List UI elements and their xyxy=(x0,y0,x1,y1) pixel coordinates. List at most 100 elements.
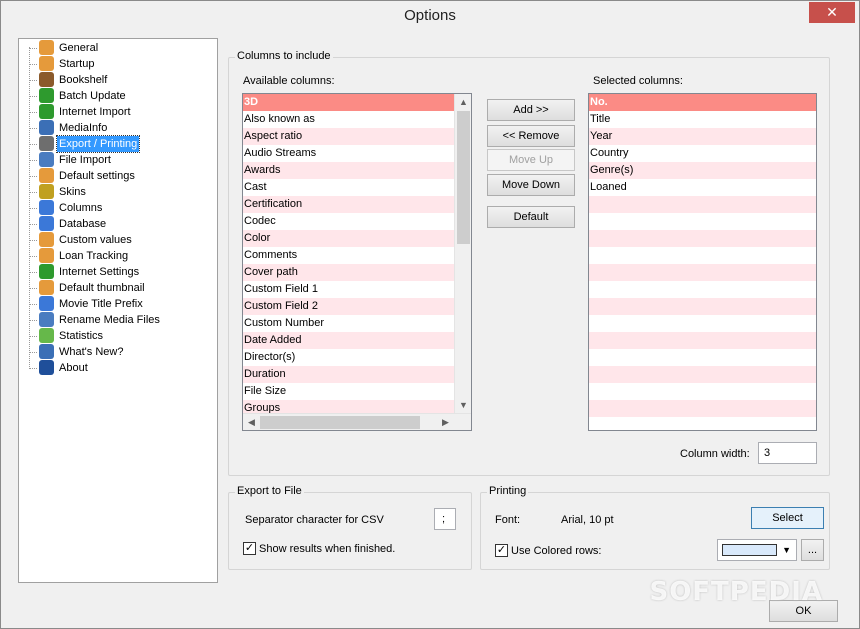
empty-row xyxy=(589,230,816,247)
list-item[interactable]: Date Added xyxy=(243,332,454,349)
tree-connector-line xyxy=(29,47,30,367)
list-item[interactable]: Comments xyxy=(243,247,454,264)
person-icon xyxy=(39,40,54,55)
list-item[interactable]: 3D xyxy=(243,94,454,111)
list-item[interactable]: Cast xyxy=(243,179,454,196)
tree-connector xyxy=(29,288,37,289)
gear-icon xyxy=(39,120,54,135)
globe-icon xyxy=(39,88,54,103)
scroll-right-arrow-icon[interactable]: ▶ xyxy=(437,414,454,430)
person-icon xyxy=(39,248,54,263)
show-results-checkbox[interactable]: ✓ xyxy=(243,542,256,555)
list-item[interactable]: Certification xyxy=(243,196,454,213)
list-item[interactable]: Cover path xyxy=(243,264,454,281)
list-item[interactable]: Director(s) xyxy=(243,349,454,366)
globe-icon xyxy=(39,104,54,119)
colored-rows-checkbox[interactable]: ✓ xyxy=(495,544,508,557)
tree-item-label: Default thumbnail xyxy=(59,282,145,294)
column-width-input[interactable]: 3 xyxy=(758,442,817,464)
available-vertical-scrollbar[interactable]: ▲ ▼ xyxy=(454,94,471,414)
more-colors-button[interactable]: ... xyxy=(801,539,824,561)
separator-input[interactable]: ; xyxy=(434,508,456,530)
tree-item-label: Movie Title Prefix xyxy=(59,298,143,310)
list-item[interactable]: Also known as xyxy=(243,111,454,128)
empty-row xyxy=(589,213,816,230)
empty-row xyxy=(589,366,816,383)
scroll-up-arrow-icon[interactable]: ▲ xyxy=(455,94,471,111)
selected-columns-list[interactable]: No. Title Year Country Genre(s) Loaned xyxy=(588,93,817,431)
list-item[interactable]: Title xyxy=(589,111,816,128)
move-down-button[interactable]: Move Down xyxy=(487,174,575,196)
tree-item-label: Statistics xyxy=(59,330,104,342)
globe-icon xyxy=(39,264,54,279)
list-item[interactable]: Year xyxy=(589,128,816,145)
list-item[interactable]: Custom Field 1 xyxy=(243,281,454,298)
scrollbar-thumb[interactable] xyxy=(457,111,470,244)
tree-item-label: What's New? xyxy=(59,346,124,358)
list-item[interactable]: Audio Streams xyxy=(243,145,454,162)
scroll-down-arrow-icon[interactable]: ▼ xyxy=(455,397,471,414)
book-icon xyxy=(39,72,54,87)
scroll-left-arrow-icon[interactable]: ◀ xyxy=(243,414,260,430)
brush-icon xyxy=(39,184,54,199)
list-item[interactable]: No. xyxy=(589,94,816,111)
tree-connector xyxy=(29,64,37,65)
select-font-button[interactable]: Select xyxy=(751,507,824,529)
empty-row xyxy=(589,349,816,366)
hscroll-thumb[interactable] xyxy=(260,416,420,429)
tree-item-label: General xyxy=(59,42,99,54)
tree-connector xyxy=(29,48,37,49)
move-up-button[interactable]: Move Up xyxy=(487,149,575,171)
default-button[interactable]: Default xyxy=(487,206,575,228)
tree-item-label: Custom values xyxy=(59,234,132,246)
tree-item-label: Bookshelf xyxy=(59,74,108,86)
list-item[interactable]: Custom Number xyxy=(243,315,454,332)
remove-button[interactable]: << Remove xyxy=(487,125,575,147)
list-item[interactable]: Loaned xyxy=(589,179,816,196)
list-item[interactable]: Custom Field 2 xyxy=(243,298,454,315)
columns-group-title: Columns to include xyxy=(235,50,333,62)
columns-group: Columns to include Available columns: 3D… xyxy=(228,50,830,476)
list-item[interactable]: Country xyxy=(589,145,816,162)
empty-row xyxy=(589,281,816,298)
options-window: Options ✕ General Startup Bookshelf Batch U… xyxy=(0,0,860,629)
empty-row xyxy=(589,400,816,417)
tree-item-label: File Import xyxy=(59,154,111,166)
empty-row xyxy=(589,417,816,430)
client-area: General Startup Bookshelf Batch Update Inter… xyxy=(8,32,853,623)
row-color-dropdown[interactable]: ▼ xyxy=(717,539,797,561)
tree-item-label: Rename Media Files xyxy=(59,314,160,326)
printing-title: Printing xyxy=(487,485,529,497)
list-item[interactable]: Awards xyxy=(243,162,454,179)
person-icon xyxy=(39,280,54,295)
window-title: Options xyxy=(404,7,456,24)
empty-row xyxy=(589,332,816,349)
windows-icon xyxy=(39,296,54,311)
column-width-label: Column width: xyxy=(680,448,750,460)
tree-item-label: MediaInfo xyxy=(59,122,108,134)
list-item[interactable]: Duration xyxy=(243,366,454,383)
tree-connector xyxy=(29,80,37,81)
separator-label: Separator character for CSV xyxy=(245,514,384,526)
empty-row xyxy=(589,298,816,315)
tree-connector xyxy=(29,128,37,129)
list-item[interactable]: Genre(s) xyxy=(589,162,816,179)
tree-item-label: Batch Update xyxy=(59,90,126,102)
tree-connector xyxy=(29,96,37,97)
list-item[interactable]: Aspect ratio xyxy=(243,128,454,145)
list-item[interactable]: File Size xyxy=(243,383,454,400)
tree-connector xyxy=(29,240,37,241)
add-button[interactable]: Add >> xyxy=(487,99,575,121)
close-button[interactable]: ✕ xyxy=(809,2,855,23)
tree-connector xyxy=(29,320,37,321)
font-label: Font: xyxy=(495,514,521,526)
tree-connector xyxy=(29,144,37,145)
list-item[interactable]: Color xyxy=(243,230,454,247)
list-item[interactable]: Codec xyxy=(243,213,454,230)
tree-item-label: Startup xyxy=(59,58,95,70)
available-horizontal-scrollbar[interactable]: ◀ ▶ xyxy=(243,413,471,430)
available-columns-list[interactable]: 3D Also known as Aspect ratio Audio Streams… xyxy=(242,93,472,431)
tree-item-label: Skins xyxy=(59,186,86,198)
tree-connector xyxy=(29,112,37,113)
tree-item-label: Export / Printing xyxy=(55,135,141,153)
